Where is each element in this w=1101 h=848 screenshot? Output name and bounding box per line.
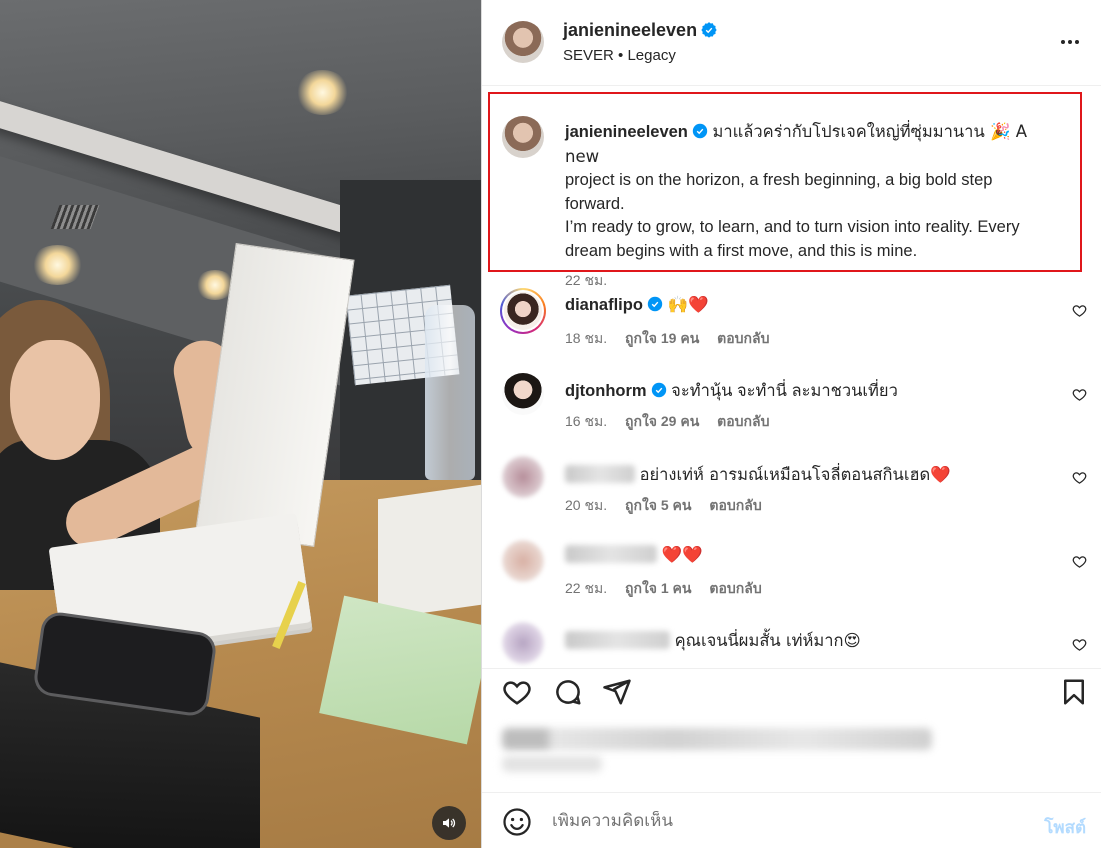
post-detail-panel: janienineeleven SEVER • Legacy janienine… bbox=[481, 0, 1101, 848]
caption-author-avatar[interactable] bbox=[502, 116, 544, 158]
media-water-bottle bbox=[425, 305, 475, 480]
music-separator: • bbox=[618, 47, 624, 64]
reply-button[interactable]: ตอบกลับ bbox=[717, 413, 769, 429]
comment-avatar[interactable] bbox=[502, 456, 544, 498]
media-tissue-box bbox=[378, 484, 481, 620]
author-line: janienineeleven bbox=[563, 20, 717, 41]
caption-line-3: forward. bbox=[565, 194, 625, 213]
comment-text: อย่างเท่ห์ อารมณ์เหมือนโจลี่ตอนสกินเฮด❤️ bbox=[639, 465, 951, 484]
comment-avatar[interactable] bbox=[502, 622, 544, 664]
author-avatar[interactable] bbox=[502, 21, 544, 63]
post-comment-button[interactable]: โพสต์ bbox=[1044, 814, 1086, 841]
comment-composer: โพสต์ bbox=[482, 792, 1101, 848]
comment-username-blurred[interactable] bbox=[565, 465, 635, 483]
comment-avatar[interactable] bbox=[502, 540, 544, 582]
comment-2: djtonhorm จะทำนุ้น จะทำนี่ ละมาชวนเที่ยว bbox=[565, 378, 898, 404]
verified-badge-icon bbox=[647, 296, 663, 312]
comment-like-heart-icon[interactable] bbox=[1072, 637, 1087, 652]
comment-text: คุณเจนนี่ผมสั้น เท่ห์มาก😍 bbox=[674, 631, 861, 650]
comment-username-blurred[interactable] bbox=[565, 631, 670, 649]
post-date-blurred bbox=[502, 756, 602, 772]
music-title: Legacy bbox=[627, 47, 676, 64]
comment-icon[interactable] bbox=[553, 677, 583, 707]
caption-timestamp: 22 ชม. bbox=[565, 272, 608, 288]
caption-line-2: project is on the horizon, a fresh begin… bbox=[565, 171, 993, 189]
post-media-video[interactable] bbox=[0, 0, 481, 848]
comment-3: อย่างเท่ห์ อารมณ์เหมือนโจลี่ตอนสกินเฮด❤️ bbox=[565, 462, 951, 488]
comment-username-blurred[interactable] bbox=[565, 545, 657, 563]
share-icon[interactable] bbox=[602, 677, 632, 707]
reply-button[interactable]: ตอบกลับ bbox=[709, 580, 761, 596]
music-artist: SEVER bbox=[563, 47, 614, 64]
comment-like-heart-icon[interactable] bbox=[1072, 470, 1087, 485]
verified-badge-icon bbox=[692, 123, 708, 139]
bookmark-icon[interactable] bbox=[1059, 677, 1089, 707]
volume-button[interactable] bbox=[432, 806, 466, 840]
comment-4: ❤️❤️ bbox=[565, 545, 703, 565]
caption-line-4: I’m ready to grow, to learn, and to turn… bbox=[565, 218, 1020, 236]
comment-input[interactable] bbox=[552, 811, 1022, 831]
comment-likes[interactable]: ถูกใจ 29 คน bbox=[625, 413, 699, 429]
reply-button[interactable]: ตอบกลับ bbox=[717, 330, 769, 346]
author-username[interactable]: janienineeleven bbox=[563, 20, 697, 40]
comment-likes[interactable]: ถูกใจ 19 คน bbox=[625, 330, 699, 346]
comment-1: dianaflipo 🙌❤️ bbox=[565, 295, 709, 315]
comment-time: 20 ชม. bbox=[565, 497, 608, 513]
comment-avatar[interactable] bbox=[504, 292, 542, 330]
media-person-face bbox=[10, 340, 100, 460]
post-header: janienineeleven SEVER • Legacy bbox=[482, 0, 1101, 86]
comment-username[interactable]: dianaflipo bbox=[565, 296, 643, 314]
reply-button[interactable]: ตอบกลับ bbox=[709, 497, 761, 513]
more-options-icon[interactable] bbox=[1058, 30, 1082, 54]
comment-meta: 16 ชม. ถูกใจ 29 คน ตอบกลับ bbox=[565, 411, 784, 433]
comment-text: 🙌❤️ bbox=[667, 295, 709, 314]
comment-text: ❤️❤️ bbox=[661, 545, 703, 564]
comment-meta: 20 ชม. ถูกใจ 5 คน ตอบกลับ bbox=[565, 495, 776, 517]
post-caption: janienineeleven มาแล้วคร่ากับโปรเจคใหญ่ท… bbox=[565, 120, 1065, 293]
comment-username[interactable]: djtonhorm bbox=[565, 382, 647, 400]
caption-author-username[interactable]: janienineeleven bbox=[565, 123, 688, 141]
media-ceiling-light bbox=[295, 70, 350, 115]
comment-like-heart-icon[interactable] bbox=[1072, 387, 1087, 402]
comment-avatar[interactable] bbox=[502, 373, 544, 415]
verified-badge-icon bbox=[651, 382, 666, 398]
post-action-bar bbox=[482, 668, 1101, 712]
comment-text: จะทำนุ้น จะทำนี่ ละมาชวนเที่ยว bbox=[671, 382, 898, 400]
comment-5: คุณเจนนี่ผมสั้น เท่ห์มาก😍 bbox=[565, 628, 861, 654]
comment-meta: 18 ชม. ถูกใจ 19 คน ตอบกลับ bbox=[565, 328, 784, 350]
comment-likes[interactable]: ถูกใจ 5 คน bbox=[625, 497, 692, 513]
comment-likes[interactable]: ถูกใจ 1 คน bbox=[625, 580, 692, 596]
volume-icon bbox=[443, 818, 456, 828]
comment-time: 22 ชม. bbox=[565, 580, 608, 596]
heart-icon[interactable] bbox=[502, 677, 532, 707]
media-ceiling-light bbox=[30, 245, 85, 285]
verified-badge-icon bbox=[701, 22, 717, 38]
comment-like-heart-icon[interactable] bbox=[1072, 554, 1087, 569]
comment-meta: 22 ชม. ถูกใจ 1 คน ตอบกลับ bbox=[565, 578, 776, 600]
comment-time: 18 ชม. bbox=[565, 330, 608, 346]
comment-time: 16 ชม. bbox=[565, 413, 608, 429]
music-line[interactable]: SEVER • Legacy bbox=[563, 47, 676, 64]
comment-like-heart-icon[interactable] bbox=[1072, 303, 1087, 318]
emoji-icon[interactable] bbox=[502, 807, 532, 837]
likes-summary-blurred[interactable] bbox=[502, 728, 932, 750]
caption-line-5: dream begins with a first move, and this… bbox=[565, 241, 918, 260]
